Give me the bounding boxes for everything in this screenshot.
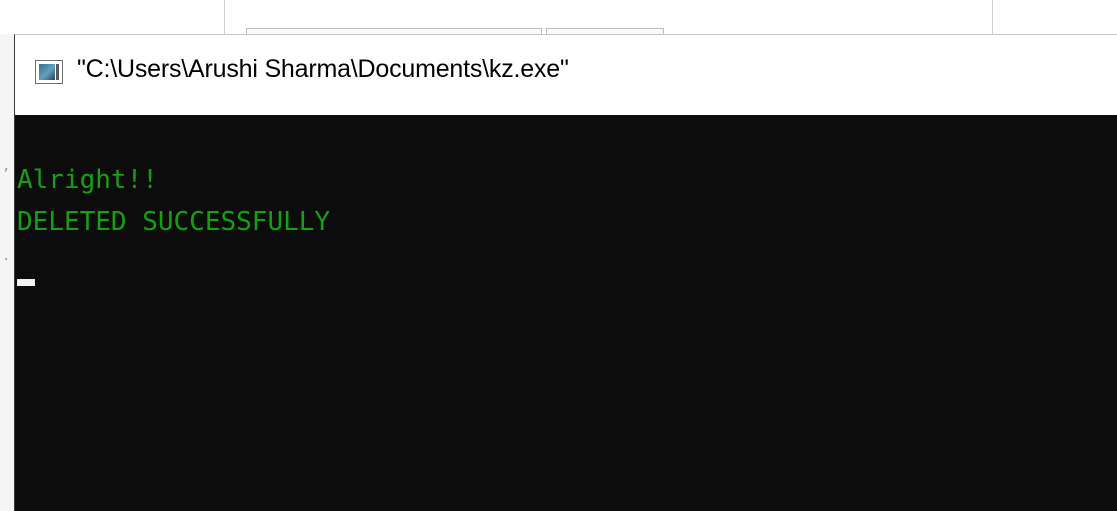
output-line: Alright!! — [17, 165, 158, 195]
toolbar-divider — [224, 0, 225, 34]
partial-glyph: ‚ — [2, 158, 11, 174]
output-line: DELETED SUCCESSFULLY — [17, 207, 331, 237]
console-output[interactable]: Alright!! DELETED SUCCESSFULLY — [15, 115, 1117, 511]
console-window[interactable]: "C:\Users\Arushi Sharma\Documents\kz.exe… — [14, 34, 1117, 511]
background-window-edge: ‚ · — [0, 34, 14, 511]
title-bar[interactable]: "C:\Users\Arushi Sharma\Documents\kz.exe… — [15, 35, 1117, 115]
console-app-icon[interactable] — [35, 60, 63, 84]
window-title: "C:\Users\Arushi Sharma\Documents\kz.exe… — [77, 55, 569, 83]
toolbar-divider — [992, 0, 993, 34]
background-window-toolbar — [0, 0, 1117, 37]
desktop: ‚ · "C:\Users\Arushi Sharma\Documents\kz… — [0, 0, 1117, 511]
partial-glyph: · — [2, 252, 11, 268]
text-cursor — [17, 279, 35, 286]
